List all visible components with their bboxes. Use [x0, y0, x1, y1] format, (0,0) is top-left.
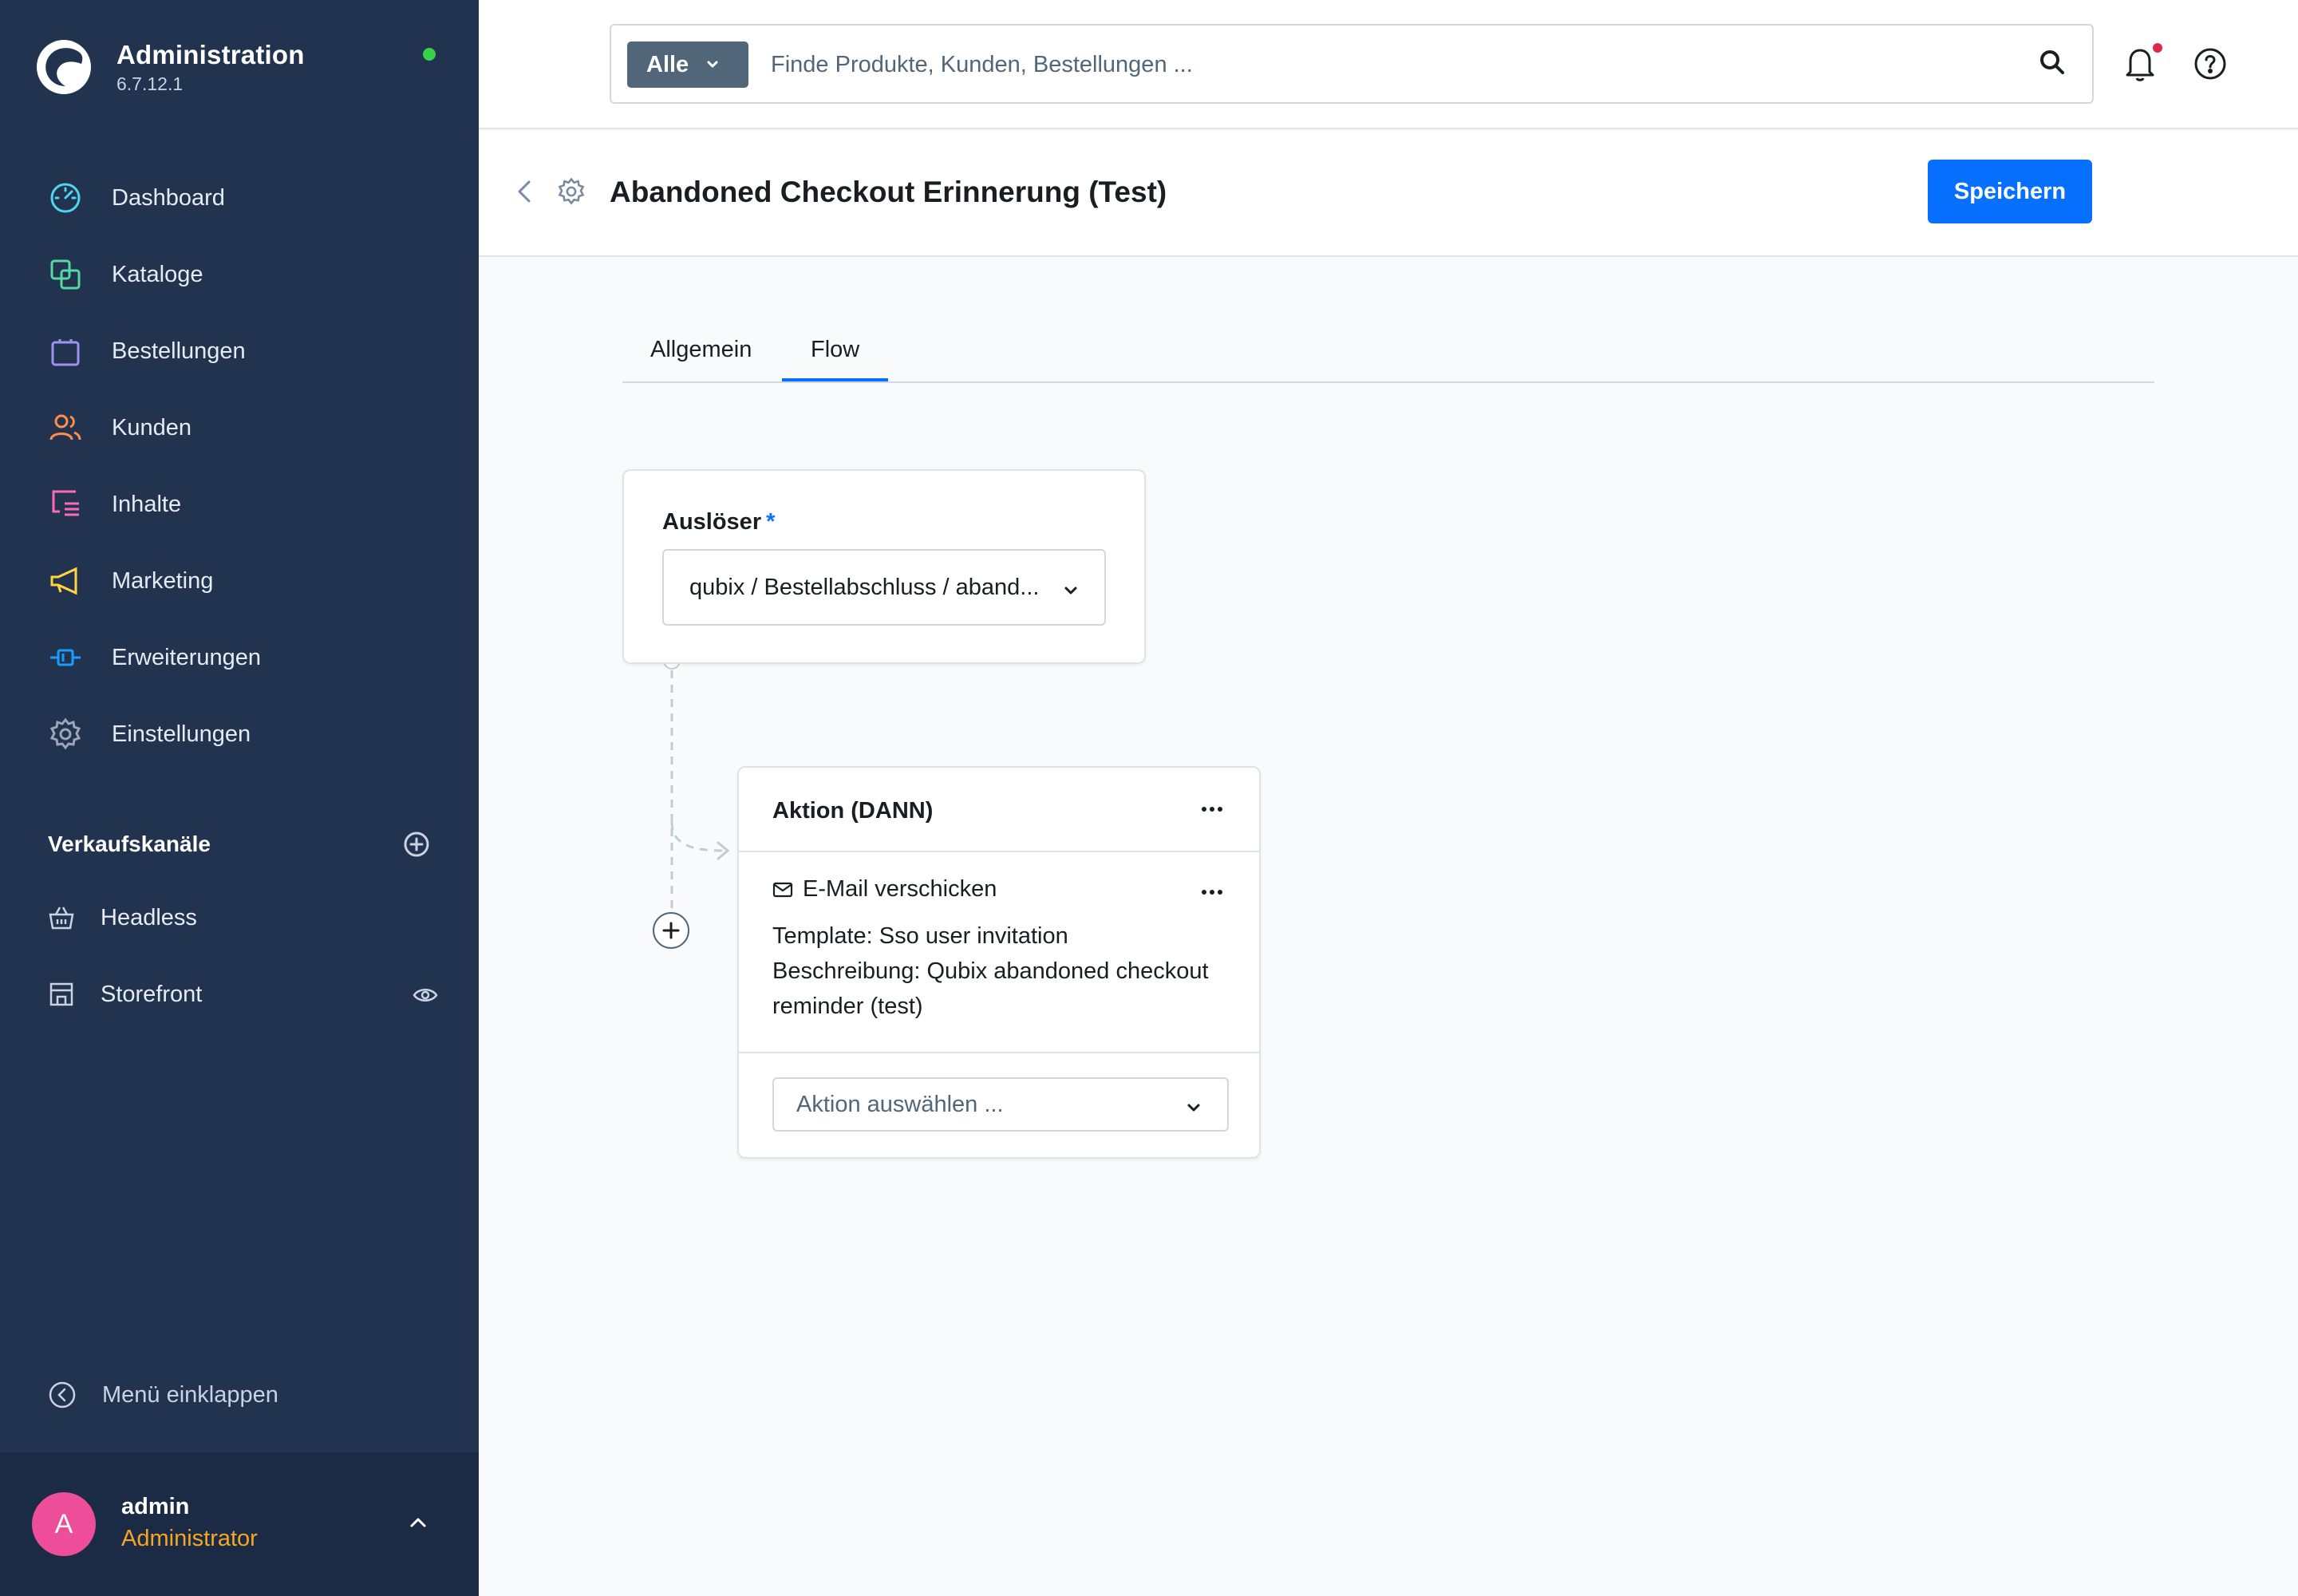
sidebar-item-dashboard[interactable]: Dashboard — [0, 160, 479, 236]
sidebar-item-bestellungen[interactable]: Bestellungen — [0, 313, 479, 389]
user-menu[interactable]: A admin Administrator — [0, 1452, 479, 1596]
search-type-label: Alle — [646, 51, 689, 77]
customers-icon — [48, 410, 83, 445]
divider — [739, 1052, 1259, 1053]
chevron-up-icon[interactable] — [405, 1510, 431, 1535]
mail-icon — [772, 882, 793, 897]
top-bar: Alle — [479, 0, 2298, 129]
required-mark: * — [766, 509, 776, 535]
sales-channel-storefront[interactable]: Storefront — [48, 970, 439, 1018]
sales-channels-header: Verkaufskanäle — [48, 830, 431, 859]
sales-channel-headless[interactable]: Headless — [48, 894, 439, 942]
plus-icon — [662, 922, 680, 939]
plug-icon — [48, 640, 83, 675]
sidebar-item-kataloge[interactable]: Kataloge — [0, 236, 479, 313]
search-input[interactable] — [771, 41, 1968, 88]
action-title: Aktion (DANN) — [772, 798, 934, 824]
dashboard-icon — [48, 180, 83, 215]
active-tab-indicator — [782, 378, 888, 381]
more-options-icon[interactable] — [1200, 801, 1224, 817]
gear-icon — [558, 177, 585, 205]
main-nav: Dashboard Kataloge Bestellungen Kunden I… — [0, 160, 479, 772]
avatar: A — [32, 1492, 96, 1556]
action-card: Aktion (DANN) E-Mail verschicken Templat… — [737, 766, 1261, 1159]
sidebar-item-kunden[interactable]: Kunden — [0, 389, 479, 466]
add-sales-channel-icon[interactable] — [402, 830, 431, 859]
tab-flow[interactable]: Flow — [811, 337, 859, 363]
shopping-bag-icon — [48, 334, 83, 369]
trigger-label-text: Auslöser — [662, 509, 762, 535]
action-item-description: Beschreibung: Qubix abandoned checkout — [772, 958, 1209, 984]
tab-allgemein[interactable]: Allgemein — [650, 337, 752, 363]
sidebar-item-label: Bestellungen — [112, 338, 246, 364]
app-version: 6.7.12.1 — [116, 73, 184, 94]
storefront-icon — [49, 982, 73, 1006]
help-icon[interactable] — [2193, 46, 2228, 81]
action-item-more-icon[interactable] — [1200, 884, 1224, 900]
trigger-label: Auslöser * — [662, 509, 775, 535]
sidebar-item-label: Kataloge — [112, 261, 203, 287]
chevron-left-circle-icon — [49, 1381, 76, 1408]
brand: Administration 6.7.12.1 — [35, 38, 305, 96]
sidebar-item-erweiterungen[interactable]: Erweiterungen — [0, 619, 479, 696]
sidebar: Administration 6.7.12.1 Dashboard Katalo… — [0, 0, 479, 1596]
search-type-dropdown[interactable]: Alle — [627, 41, 748, 88]
sidebar-item-einstellungen[interactable]: Einstellungen — [0, 696, 479, 772]
chevron-left-icon[interactable] — [511, 177, 539, 206]
chevron-down-icon — [1187, 1104, 1200, 1112]
sales-channels-title: Verkaufskanäle — [48, 832, 211, 856]
sidebar-item-marketing[interactable]: Marketing — [0, 543, 479, 619]
settings-icon — [48, 717, 83, 752]
content-icon — [48, 487, 83, 522]
sidebar-item-label: Kunden — [112, 414, 192, 440]
tab-bar: Allgemein Flow — [622, 319, 2154, 383]
status-dot — [423, 48, 436, 61]
sidebar-item-label: Dashboard — [112, 184, 225, 211]
sidebar-item-label: Inhalte — [112, 491, 182, 517]
global-search: Alle — [610, 24, 2094, 104]
sidebar-item-label: Einstellungen — [112, 721, 251, 747]
megaphone-icon — [48, 563, 83, 598]
action-select[interactable]: Aktion auswählen ... — [772, 1077, 1229, 1132]
chevron-down-icon — [1064, 587, 1077, 595]
trigger-select-value: qubix / Bestellabschluss / aband... — [689, 574, 1040, 600]
action-card-header: Aktion (DANN) — [739, 768, 1259, 852]
connector-line-branch — [670, 821, 725, 852]
bell-icon[interactable] — [2122, 45, 2158, 83]
action-item-template: Template: Sso user invitation — [772, 923, 1068, 949]
search-icon[interactable] — [2036, 46, 2068, 78]
action-item: E-Mail verschicken Template: Sso user in… — [772, 876, 1227, 1024]
notification-dot — [2153, 43, 2162, 53]
trigger-select[interactable]: qubix / Bestellabschluss / aband... — [662, 549, 1106, 626]
save-button[interactable]: Speichern — [1928, 160, 2092, 223]
connector-arrow — [717, 841, 730, 860]
sales-channel-label: Storefront — [101, 981, 203, 1007]
app-title: Administration — [116, 39, 305, 69]
chevron-down-icon — [707, 61, 718, 68]
sales-channel-label: Headless — [101, 904, 197, 930]
action-item-description-cont: reminder (test) — [772, 994, 923, 1019]
sidebar-item-inhalte[interactable]: Inhalte — [0, 466, 479, 543]
user-name: admin — [121, 1494, 190, 1519]
sidebar-item-label: Marketing — [112, 567, 214, 594]
page-title: Abandoned Checkout Erinnerung (Test) — [610, 176, 1167, 208]
page-header: Abandoned Checkout Erinnerung (Test) Spe… — [479, 131, 2298, 257]
trigger-card: Auslöser * qubix / Bestellabschluss / aba… — [622, 469, 1146, 664]
shopware-logo-icon — [37, 40, 91, 94]
action-select-placeholder: Aktion auswählen ... — [796, 1091, 1004, 1117]
add-sequence-button[interactable] — [653, 912, 689, 949]
catalog-icon — [48, 257, 83, 292]
basket-icon — [49, 907, 74, 930]
collapse-menu-button[interactable]: Menü einklappen — [48, 1381, 278, 1409]
collapse-menu-label: Menü einklappen — [102, 1381, 278, 1408]
action-item-title: E-Mail verschicken — [803, 876, 997, 902]
sidebar-item-label: Erweiterungen — [112, 644, 261, 670]
user-role: Administrator — [121, 1526, 258, 1551]
eye-icon[interactable] — [412, 982, 439, 1009]
